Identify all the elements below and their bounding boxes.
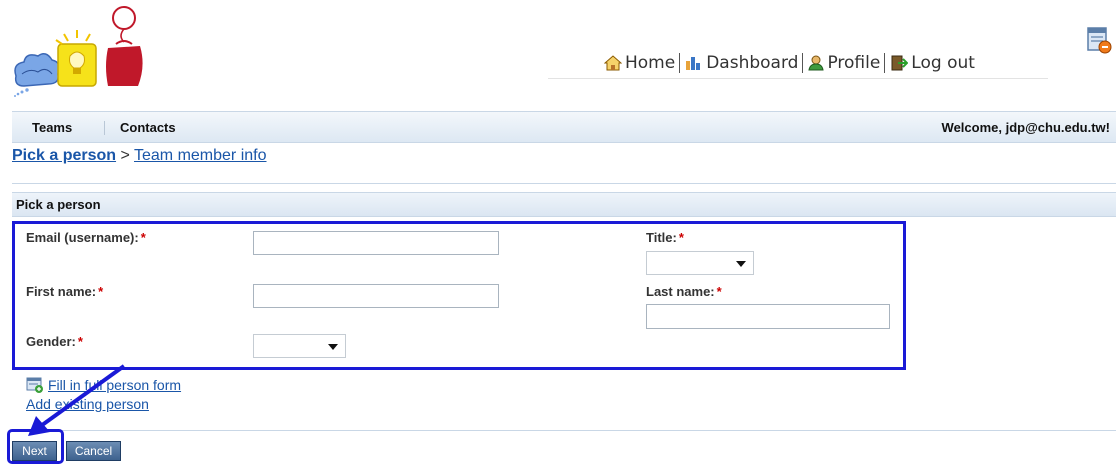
nav-divider [884, 53, 886, 73]
app-logo [14, 6, 143, 97]
dashboard-label: Dashboard [706, 53, 799, 73]
nav-divider [802, 53, 804, 73]
home-link[interactable]: Home [604, 53, 675, 73]
menu-contacts[interactable]: Contacts [120, 120, 176, 135]
home-label: Home [625, 53, 676, 73]
home-icon [604, 55, 622, 71]
form-settings-icon[interactable] [1086, 26, 1112, 54]
annotation-highlight-box [12, 221, 906, 370]
panel-title: Pick a person [16, 197, 101, 212]
breadcrumb-separator: > [120, 147, 130, 164]
breadcrumb-current[interactable]: Pick a person [12, 147, 116, 164]
profile-link[interactable]: Profile [808, 53, 880, 73]
nav-divider [679, 53, 681, 73]
breadcrumb-next[interactable]: Team member info [134, 147, 267, 164]
nav-underline [548, 78, 1048, 79]
profile-label: Profile [827, 53, 881, 73]
logout-label: Log out [911, 53, 975, 73]
panel-header: Pick a person [12, 192, 1116, 217]
logout-door-icon [891, 55, 909, 71]
menu-teams[interactable]: Teams [32, 120, 72, 135]
bar-chart-icon [686, 57, 701, 70]
dashboard-link[interactable]: Dashboard [685, 53, 798, 73]
next-button[interactable]: Next [12, 441, 57, 461]
logout-link[interactable]: Log out [890, 53, 975, 73]
top-navigation: Home Dashboard Profile Log out [604, 50, 975, 76]
breadcrumb: Pick a person > Team member info [12, 147, 267, 165]
welcome-message: Welcome, jdp@chu.edu.tw! [941, 120, 1110, 135]
menu-bar: Teams Contacts Welcome, jdp@chu.edu.tw! [12, 111, 1116, 143]
user-icon [808, 55, 825, 71]
menu-divider [104, 121, 105, 135]
cancel-button[interactable]: Cancel [66, 441, 121, 461]
